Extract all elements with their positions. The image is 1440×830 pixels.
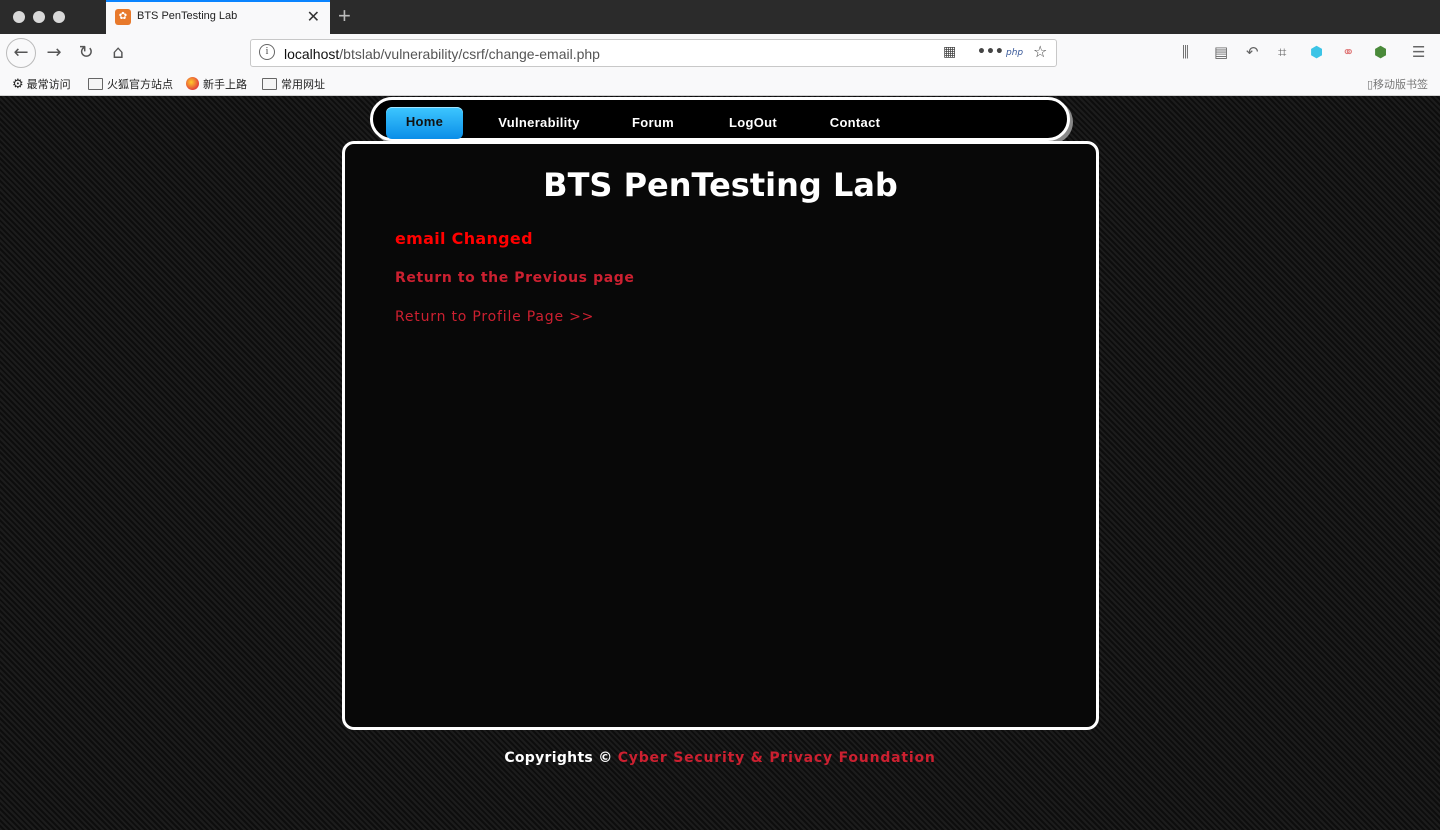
site-nav: Home Vulnerability Forum LogOut Contact [370, 97, 1070, 141]
bookmark-getting-started[interactable]: 新手上路 [186, 76, 247, 92]
return-previous-link[interactable]: Return to the Previous page [395, 270, 634, 286]
extension-link-icon[interactable]: ⚭ [1342, 43, 1355, 61]
forward-arrow-icon[interactable]: → [40, 39, 68, 67]
address-bar[interactable]: i localhost/btslab/vulnerability/csrf/ch… [250, 39, 1057, 67]
folder-icon [262, 78, 277, 90]
bookmark-common-sites[interactable]: 常用网址 [262, 76, 325, 92]
crop-icon[interactable]: ⌗ [1278, 43, 1286, 61]
content-panel: BTS PenTesting Lab email Changed Return … [342, 141, 1099, 730]
bookmark-label: 最常访问 [26, 78, 71, 91]
extension-shield-icon[interactable]: ⬢ [1374, 43, 1387, 61]
home-icon[interactable]: ⌂ [104, 39, 132, 67]
back-arrow-icon[interactable]: ← [6, 38, 36, 68]
php-extension-icon[interactable]: php [1006, 48, 1023, 58]
library-icon[interactable]: ⫼ [1182, 43, 1189, 61]
bookmark-label: 常用网址 [281, 78, 325, 91]
browser-tab[interactable]: ✿ BTS PenTesting Lab ✕ [106, 0, 330, 34]
more-icon[interactable]: ••• [977, 44, 1004, 60]
footer-org-link[interactable]: Cyber Security & Privacy Foundation [618, 750, 936, 766]
bookmark-firefox-site[interactable]: 火狐官方站点 [88, 76, 173, 92]
site-favicon-icon: ✿ [115, 9, 131, 25]
star-icon[interactable]: ☆ [1033, 42, 1047, 61]
page-title: BTS PenTesting Lab [543, 166, 898, 204]
qr-code-icon[interactable]: ▦ [943, 44, 956, 60]
nav-home[interactable]: Home [386, 107, 463, 139]
nav-forum[interactable]: Forum [618, 108, 688, 140]
mobile-bookmarks[interactable]: ▯移动版书签 [1367, 76, 1428, 92]
url-text[interactable]: localhost/btslab/vulnerability/csrf/chan… [284, 46, 600, 62]
footer: Copyrights © Cyber Security & Privacy Fo… [0, 750, 1440, 766]
menu-icon[interactable]: ☰ [1412, 43, 1425, 61]
return-profile-link[interactable]: Return to Profile Page >> [395, 309, 594, 325]
browser-toolbar: ← → ↻ ⌂ i localhost/btslab/vulnerability… [0, 34, 1440, 72]
new-tab-button[interactable]: + [338, 3, 351, 29]
sidebar-icon[interactable]: ▤ [1214, 43, 1228, 61]
window-close-dot[interactable] [13, 11, 25, 23]
bookmark-label: 新手上路 [203, 78, 247, 91]
gear-icon: ⚙ [12, 77, 24, 92]
bookmark-label: 火狐官方站点 [107, 78, 173, 91]
bookmarks-bar: ⚙ 最常访问 火狐官方站点 新手上路 常用网址 ▯移动版书签 [0, 72, 1440, 96]
status-message: email Changed [395, 229, 533, 248]
tab-title: BTS PenTesting Lab [137, 10, 238, 22]
undo-icon[interactable]: ↶ [1246, 43, 1259, 61]
url-host: localhost [284, 46, 340, 62]
page-body: Home Vulnerability Forum LogOut Contact … [0, 96, 1440, 830]
copyright-text: Copyrights © [504, 750, 613, 766]
reload-icon[interactable]: ↻ [72, 39, 100, 67]
tab-close-icon[interactable]: ✕ [307, 7, 320, 26]
browser-tab-bar: ✿ BTS PenTesting Lab ✕ + [0, 0, 1440, 34]
mobile-bookmarks-label: 移动版书签 [1373, 78, 1428, 91]
nav-contact[interactable]: Contact [816, 108, 894, 140]
url-path: /btslab/vulnerability/csrf/change-email.… [339, 46, 600, 62]
info-icon[interactable]: i [259, 44, 275, 60]
extension-cube-icon[interactable]: ⬢ [1310, 43, 1323, 61]
nav-vulnerability[interactable]: Vulnerability [483, 108, 595, 140]
nav-logout[interactable]: LogOut [713, 108, 793, 140]
firefox-icon [186, 77, 199, 90]
bookmark-most-visited[interactable]: ⚙ 最常访问 [12, 76, 71, 92]
window-zoom-dot[interactable] [53, 11, 65, 23]
window-minimize-dot[interactable] [33, 11, 45, 23]
folder-icon [88, 78, 103, 90]
